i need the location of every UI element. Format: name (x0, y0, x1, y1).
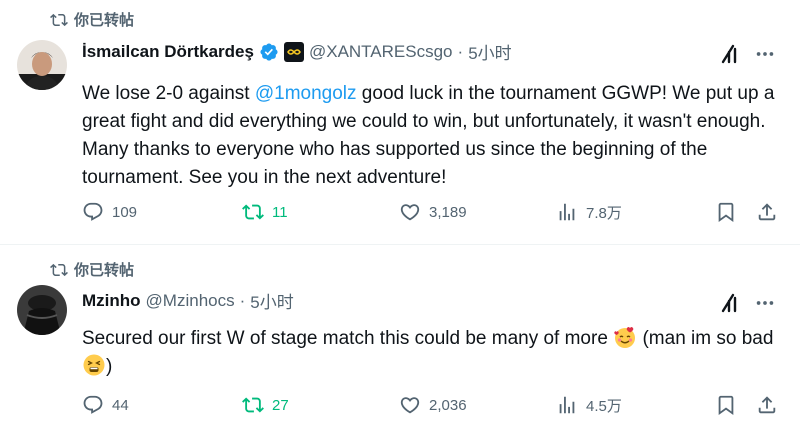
views-button[interactable]: 4.5万 (556, 394, 622, 416)
reply-button[interactable]: 109 (82, 201, 137, 223)
retweet-icon (242, 397, 264, 413)
mention-link[interactable]: @1mongolz (255, 83, 357, 104)
author-handle[interactable]: @XANTAREScsgo (309, 42, 453, 62)
share-button[interactable] (756, 201, 778, 223)
smiling-hearts-emoji (614, 327, 636, 348)
bookmark-button[interactable] (715, 394, 737, 416)
like-icon (400, 204, 420, 221)
tweet-text-part: ) (106, 356, 113, 377)
views-icon (559, 203, 575, 221)
tweet-header: İsmailcan Dörtkardeş @XANTAREScsgo · 5小时 (82, 39, 512, 64)
timestamp[interactable]: 5小时 (250, 288, 293, 313)
retweet-button[interactable]: 27 (242, 394, 289, 416)
grok-icon[interactable] (717, 42, 741, 66)
like-icon (400, 397, 420, 414)
tweet-header: Mzinho @Mzinhocs · 5小时 (82, 288, 294, 313)
views-icon (559, 396, 575, 414)
retweet-indicator: 你已转帖 (50, 9, 134, 30)
bookmark-icon (718, 202, 734, 223)
action-bar: 109 11 3,189 7.8万 (0, 201, 800, 231)
tweet-1[interactable]: 你已转帖 İsmailcan Dörtkardeş @XANTAREScsgo … (0, 0, 800, 244)
timestamp[interactable]: 5小时 (468, 39, 511, 64)
bookmark-button[interactable] (715, 201, 737, 223)
author-name[interactable]: İsmailcan Dörtkardeş (82, 42, 254, 62)
views-button[interactable]: 7.8万 (556, 201, 622, 223)
more-icon[interactable] (754, 43, 776, 65)
like-count: 2,036 (429, 396, 467, 414)
author-name[interactable]: Mzinho (82, 291, 141, 311)
tweet-text-part: (man im so bad (637, 328, 774, 349)
reply-icon (83, 202, 103, 221)
more-icon[interactable] (754, 292, 776, 314)
grok-icon[interactable] (717, 291, 741, 315)
retweet-count: 27 (272, 396, 289, 414)
reply-count: 44 (112, 396, 129, 414)
retweet-icon (242, 204, 264, 220)
share-icon (758, 203, 776, 221)
action-bar: 44 27 2,036 4.5万 (0, 394, 800, 424)
affiliate-badge-icon[interactable] (283, 41, 304, 62)
reply-button[interactable]: 44 (82, 394, 129, 416)
tweet-text: We lose 2-0 against @1mongolz good luck … (82, 80, 782, 192)
retweet-icon (50, 13, 68, 26)
share-button[interactable] (756, 394, 778, 416)
retweet-count: 11 (272, 203, 288, 221)
avatar[interactable] (17, 40, 67, 90)
like-button[interactable]: 3,189 (399, 201, 467, 223)
author-handle[interactable]: @Mzinhocs (146, 291, 235, 311)
share-icon (758, 396, 776, 414)
like-button[interactable]: 2,036 (399, 394, 467, 416)
tweet-2[interactable]: 你已转帖 Mzinho @Mzinhocs · 5小时 Secured our … (0, 245, 800, 431)
like-count: 3,189 (429, 203, 467, 221)
separator-dot: · (239, 290, 246, 310)
retweet-button[interactable]: 11 (242, 201, 288, 223)
tweet-text-part: We lose 2-0 against (82, 83, 255, 104)
reply-count: 109 (112, 203, 138, 221)
tweet-text: Secured our first W of stage match this … (82, 325, 782, 381)
views-count: 7.8万 (586, 204, 622, 222)
retweet-label: 你已转帖 (74, 12, 135, 29)
reply-icon (83, 395, 103, 414)
views-count: 4.5万 (586, 397, 622, 415)
avatar[interactable] (17, 285, 67, 335)
retweet-indicator: 你已转帖 (50, 259, 134, 280)
verified-badge-icon (260, 42, 278, 61)
separator-dot: · (457, 41, 464, 61)
bookmark-icon (718, 395, 734, 416)
retweet-label: 你已转帖 (74, 262, 135, 279)
tweet-text-part: Secured our first W of stage match this … (82, 328, 614, 349)
retweet-icon (50, 263, 68, 276)
tired-face-emoji (83, 354, 105, 376)
